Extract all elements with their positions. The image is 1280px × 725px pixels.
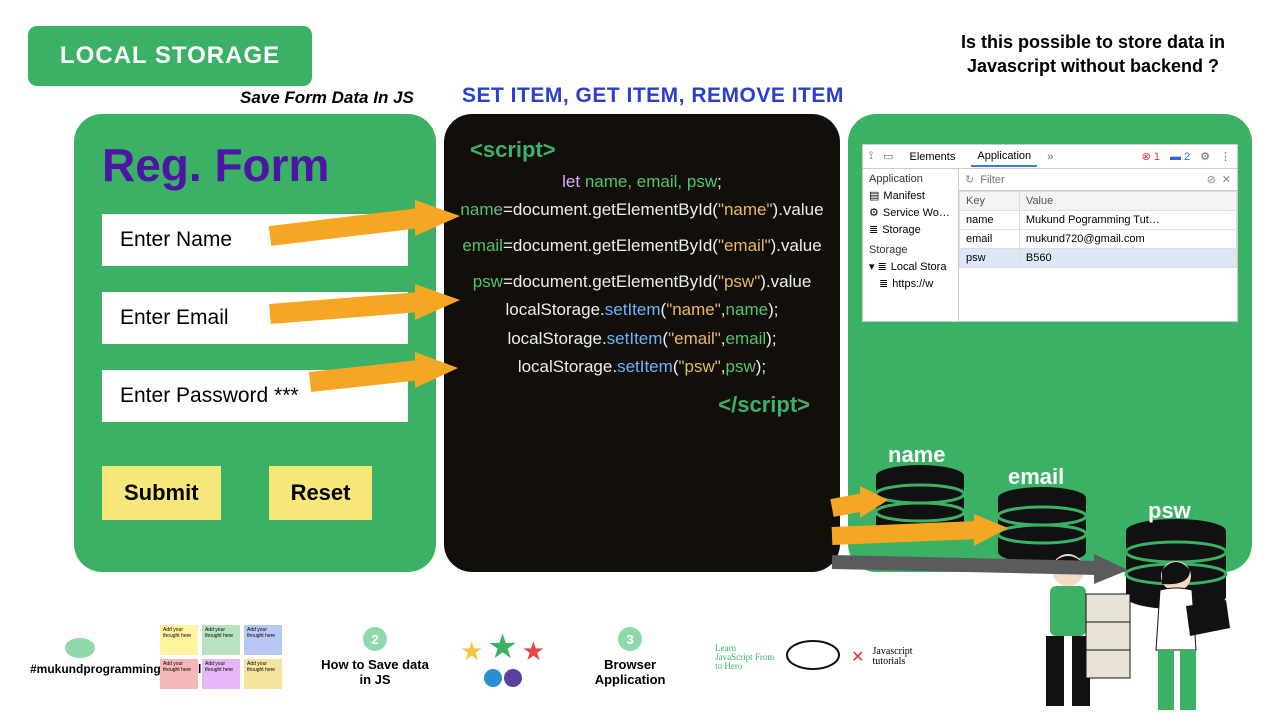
block-icon[interactable]: ⊘ <box>1207 173 1216 186</box>
inspect-icon[interactable]: ⟟ <box>869 150 873 163</box>
step-2: 2 How to Save data in JS <box>320 627 430 687</box>
cylinder-label-email: email <box>1008 464 1064 490</box>
devtools-sidebar: Application ▤Manifest ⚙Service Wo… ≣Stor… <box>863 169 959 321</box>
filter-input[interactable] <box>980 174 1200 186</box>
clear-icon[interactable]: ✕ <box>1222 173 1231 186</box>
storage-table: KeyValue nameMukund Pogramming Tut… emai… <box>959 191 1237 268</box>
script-open-tag: <script> <box>470 132 832 168</box>
arrow-icon <box>260 206 460 256</box>
devtools-panel: ⟟ ▭ Elements Application » ⊗ 1 ▬ 2 ⚙ ⋮ A… <box>862 144 1238 322</box>
star-icon: ★ <box>522 636 545 667</box>
form-panel: Reg. Form Enter Name Enter Email Enter P… <box>74 114 436 572</box>
db-icon: ≣ <box>869 223 878 236</box>
title-badge: LOCAL STORAGE <box>28 26 312 86</box>
submit-button[interactable]: Submit <box>102 466 221 520</box>
gear-icon: ⚙ <box>869 206 879 219</box>
sticky-notes: Add your thought here Add your thought h… <box>160 625 290 689</box>
hashtag: #mukundprogrammingtutorials <box>30 662 130 676</box>
x-icon: ✕ <box>851 647 864 667</box>
table-row[interactable]: pswB560 <box>960 249 1237 268</box>
stars-and-dots: ★ ★ ★ <box>460 627 545 687</box>
form-title: Reg. Form <box>102 138 408 192</box>
question-text: Is this possible to store data in Javasc… <box>938 30 1248 79</box>
table-row[interactable]: emailmukund720@gmail.com <box>960 230 1237 249</box>
tab-application[interactable]: Application <box>971 147 1037 167</box>
arrow-icon <box>828 548 1128 588</box>
sidebar-origin[interactable]: ≣https://w <box>869 277 952 290</box>
star-icon: ★ <box>460 636 483 667</box>
file-icon: ▤ <box>869 189 879 202</box>
reset-button[interactable]: Reset <box>269 466 373 520</box>
code-panel: <script> let name, email, psw;name=docum… <box>444 114 840 572</box>
arrow-icon <box>260 288 460 328</box>
ellipse-icon <box>783 637 843 677</box>
sidebar-service-workers[interactable]: ⚙Service Wo… <box>869 206 952 219</box>
sidebar-storage[interactable]: ≣Storage <box>869 223 952 236</box>
arrow-icon <box>300 356 460 396</box>
kebab-icon[interactable]: ⋮ <box>1220 150 1231 163</box>
table-row[interactable]: nameMukund Pogramming Tut… <box>960 211 1237 230</box>
device-icon[interactable]: ▭ <box>883 150 893 163</box>
cylinder-label-name: name <box>888 442 945 468</box>
sidebar-local-storage[interactable]: ▾ ≣Local Stora <box>869 260 952 273</box>
more-tabs-icon[interactable]: » <box>1047 151 1053 163</box>
methods-heading: SET ITEM, GET ITEM, REMOVE ITEM <box>462 84 844 108</box>
gear-icon[interactable]: ⚙ <box>1200 150 1210 163</box>
step-3: 3 Browser Application <box>575 627 685 687</box>
star-icon: ★ <box>487 627 517 667</box>
scripty-notes: Learn JavaScript From to Hero ✕ Javascri… <box>715 637 932 677</box>
refresh-icon[interactable]: ↻ <box>965 173 974 186</box>
subtitle: Save Form Data In JS <box>240 88 414 108</box>
tab-elements[interactable]: Elements <box>904 148 962 166</box>
storage-panel: ⟟ ▭ Elements Application » ⊗ 1 ▬ 2 ⚙ ⋮ A… <box>848 114 1252 572</box>
dot-icon <box>504 669 522 687</box>
dot-icon <box>484 669 502 687</box>
script-close-tag: </script> <box>452 387 810 423</box>
sidebar-manifest[interactable]: ▤Manifest <box>869 189 952 202</box>
ellipse-icon <box>65 638 95 658</box>
